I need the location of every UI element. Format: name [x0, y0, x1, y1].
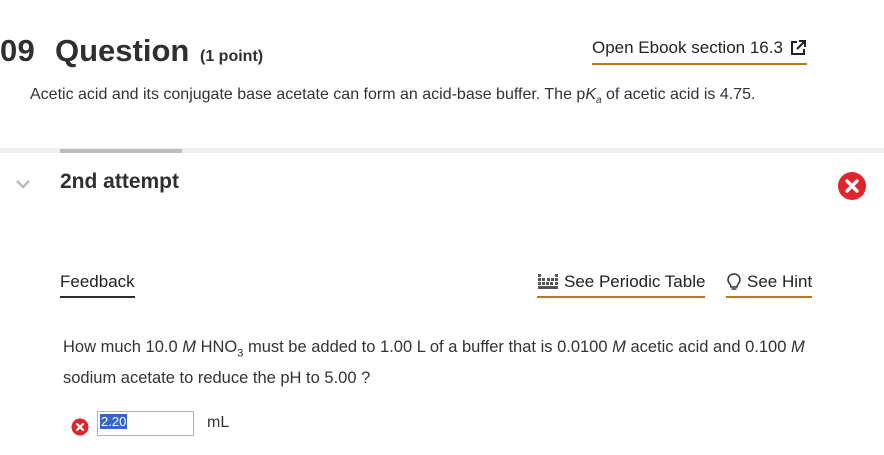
- periodic-table-icon: [538, 274, 558, 289]
- answer-input[interactable]: 2.20: [97, 411, 194, 436]
- attempt-tab-indicator: [60, 149, 182, 153]
- question-header: 09 Question (1 point) Open Ebook section…: [0, 30, 884, 80]
- answer-value: 2.20: [100, 414, 128, 429]
- external-link-icon: [790, 40, 806, 55]
- question-points: (1 point): [200, 48, 264, 65]
- feedback-link[interactable]: Feedback: [60, 270, 135, 298]
- question-number: 09: [0, 33, 36, 68]
- see-hint-link[interactable]: See Hint: [726, 270, 813, 298]
- answer-unit: mL: [207, 414, 230, 431]
- attempt-label: 2nd attempt: [60, 170, 180, 193]
- feedback-label: Feedback: [60, 272, 135, 291]
- periodic-table-link[interactable]: See Periodic Table: [537, 270, 706, 298]
- question-intro: Acetic acid and its conjugate base aceta…: [30, 86, 756, 107]
- open-ebook-link[interactable]: Open Ebook section 16.3: [592, 36, 807, 65]
- lightbulb-icon: [727, 273, 741, 290]
- open-ebook-label: Open Ebook section 16.3: [592, 38, 783, 57]
- chevron-down-icon[interactable]: [14, 177, 32, 191]
- periodic-table-label: See Periodic Table: [564, 272, 706, 291]
- question-prompt: How much 10.0 M HNO3 must be added to 1.…: [63, 338, 805, 388]
- error-x-icon: [838, 172, 866, 200]
- answer-error-icon: [71, 418, 89, 436]
- see-hint-label: See Hint: [747, 272, 813, 291]
- question-title: Question: [55, 33, 190, 68]
